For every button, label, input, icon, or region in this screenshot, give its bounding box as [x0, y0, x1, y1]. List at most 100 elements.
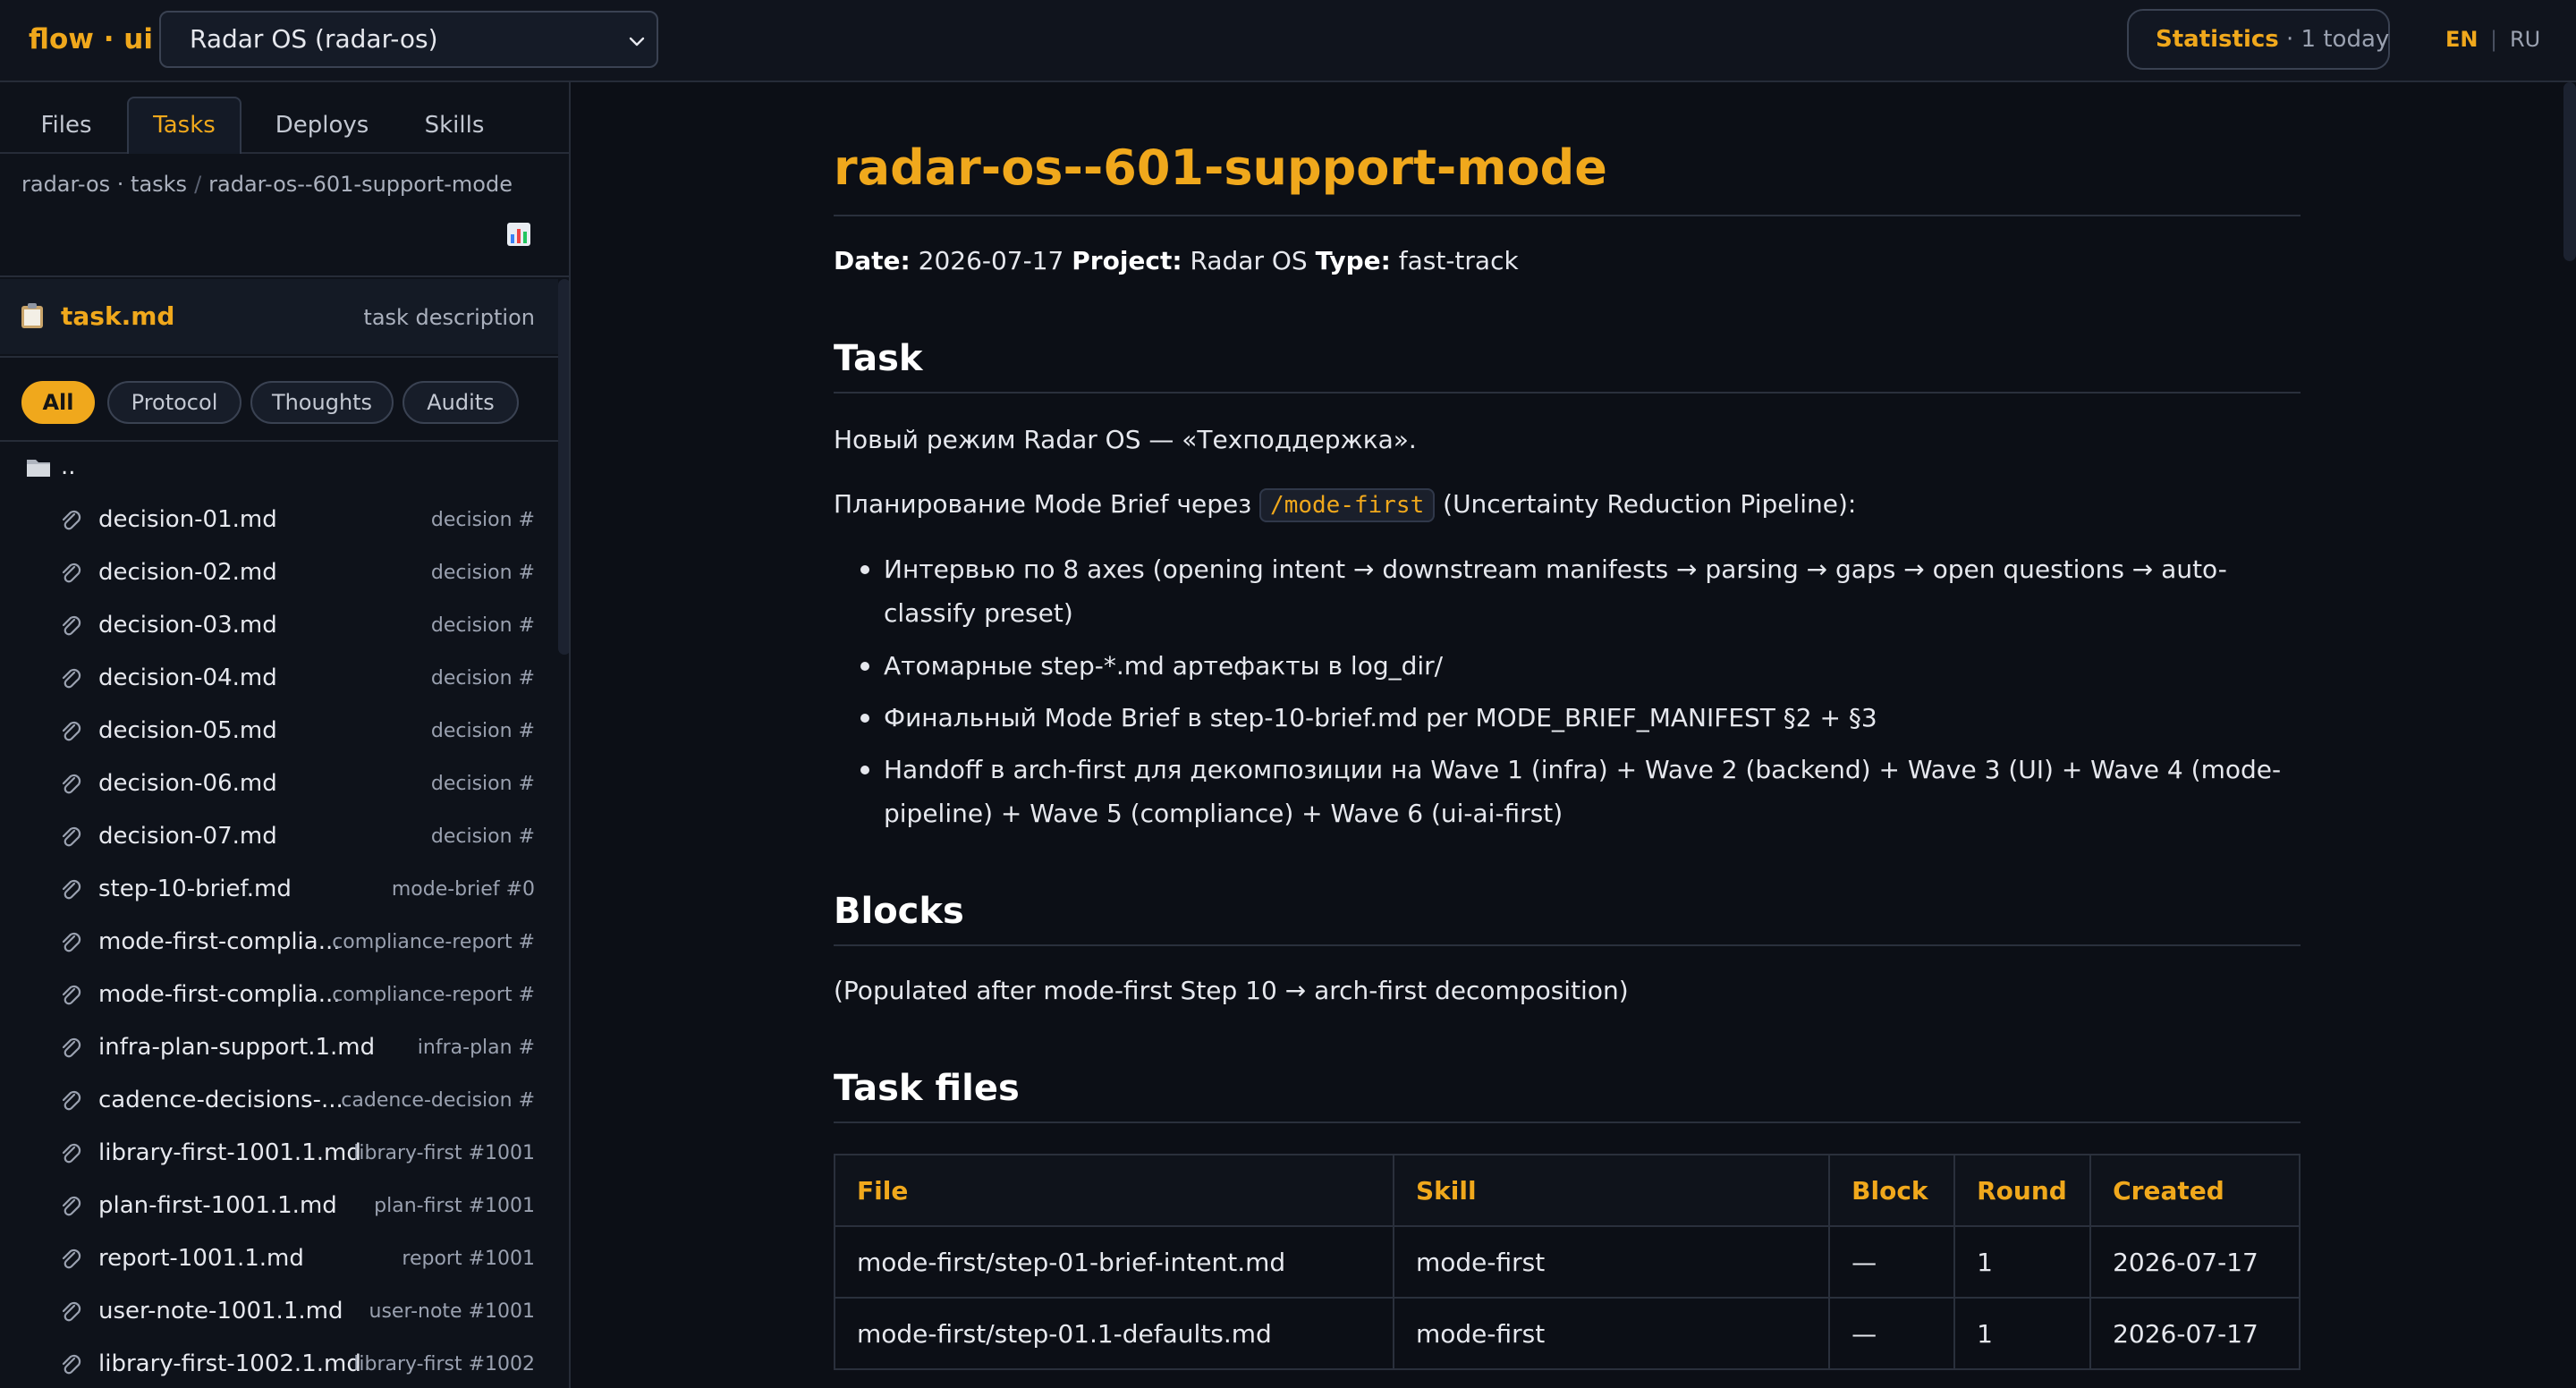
parent-dir-label: .. [61, 453, 76, 480]
task-intro: Новый режим Radar OS — «Техподдержка». [834, 425, 1417, 454]
list-item: Handoff в arch-first для декомпозиции на… [860, 748, 2301, 835]
table-row[interactable]: mode-first/step-01-brief-intent.md mode-… [834, 1225, 2301, 1299]
file-name: decision-05.md [98, 717, 277, 744]
filter-audits[interactable]: Audits [402, 381, 519, 424]
project-select[interactable]: Radar OS (radar-os) [159, 11, 658, 68]
file-list-item[interactable]: report-1001.1.md report #1001 [0, 1233, 558, 1286]
column-header-round[interactable]: Round [1953, 1154, 2092, 1227]
app-logo[interactable]: flow · ui [29, 20, 153, 59]
top-bar: flow · ui Radar OS (radar-os) Statistics… [0, 0, 2576, 82]
file-list-item[interactable]: decision-05.md decision # [0, 706, 558, 758]
file-list-item[interactable]: decision-06.md decision # [0, 758, 558, 811]
file-list-item[interactable]: decision-02.md decision # [0, 547, 558, 600]
file-tag: compliance-report # [332, 984, 535, 1006]
breadcrumb: radar-os · tasks / radar-os--601-support-m… [21, 172, 513, 197]
paperclip-icon [62, 563, 81, 583]
task-file-item[interactable]: task.md task description [0, 279, 558, 354]
sidebar-divider [0, 356, 569, 358]
tab-files[interactable]: Files [21, 97, 111, 154]
paperclip-icon [62, 1143, 81, 1164]
file-name: decision-01.md [98, 506, 277, 533]
column-header-created[interactable]: Created [2089, 1154, 2301, 1227]
blocks-text: (Populated after mode-first Step 10 → ar… [834, 976, 1629, 1005]
task-file-name: task.md [61, 301, 175, 331]
file-list-item[interactable]: library-first-1002.1.md library-first #10… [0, 1339, 558, 1388]
file-name: report-1001.1.md [98, 1245, 304, 1272]
meta-date: 2026-07-17 [918, 246, 1064, 275]
file-name: mode-first-complia... [98, 928, 341, 955]
paperclip-icon [62, 985, 81, 1005]
plan-command-code: /mode-first [1259, 488, 1436, 522]
column-header-skill[interactable]: Skill [1392, 1154, 1831, 1227]
paperclip-icon [62, 615, 81, 636]
file-list-item[interactable]: library-first-1001.1.md library-first #10… [0, 1128, 558, 1181]
paperclip-icon [62, 668, 81, 689]
file-list-item[interactable]: user-note-1001.1.md user-note #1001 [0, 1286, 558, 1339]
filter-protocol[interactable]: Protocol [107, 381, 242, 424]
paperclip-icon [62, 721, 81, 741]
tab-tasks[interactable]: Tasks [127, 97, 242, 154]
cell-round: 1 [1953, 1297, 2092, 1370]
section-heading-blocks: Blocks [834, 887, 2301, 946]
file-name: decision-04.md [98, 664, 277, 691]
file-name: library-first-1002.1.md [98, 1350, 361, 1377]
parent-dir-item[interactable]: .. [0, 442, 558, 495]
main-scrollbar[interactable] [2563, 82, 2576, 261]
sidebar: Files Tasks Deploys Skills radar-os · ta… [0, 82, 571, 1388]
table-row[interactable]: mode-first/step-01.1-defaults.md mode-fi… [834, 1297, 2301, 1370]
list-item: Интервью по 8 axes (opening intent → dow… [860, 547, 2301, 635]
file-tag: decision # [430, 614, 535, 637]
cell-file[interactable]: mode-first/step-01-brief-intent.md [834, 1225, 1394, 1299]
file-list-item[interactable]: mode-first-complia... compliance-report # [0, 917, 558, 969]
file-list-item[interactable]: decision-01.md decision # [0, 495, 558, 547]
column-header-block[interactable]: Block [1828, 1154, 1956, 1227]
project-select-value: Radar OS (radar-os) [190, 24, 438, 54]
file-list-item[interactable]: plan-first-1001.1.md plan-first #1001 [0, 1181, 558, 1233]
meta-type-label: Type: [1315, 246, 1391, 275]
paperclip-icon [62, 1354, 81, 1375]
paperclip-icon [62, 1301, 81, 1322]
paperclip-icon [62, 826, 81, 847]
file-list-item[interactable]: decision-04.md decision # [0, 653, 558, 706]
file-name: library-first-1001.1.md [98, 1139, 361, 1166]
file-name: user-note-1001.1.md [98, 1298, 343, 1325]
file-list-item[interactable]: mode-first-complia... compliance-report # [0, 969, 558, 1022]
folder-icon [27, 460, 50, 477]
task-file-desc: task description [363, 305, 535, 330]
paperclip-icon [62, 879, 81, 900]
page-title: radar-os--601-support-mode [834, 140, 2301, 216]
file-list-item[interactable]: infra-plan-support.1.md infra-plan # [0, 1022, 558, 1075]
file-list-item[interactable]: decision-07.md decision # [0, 811, 558, 864]
bar-chart-icon[interactable] [506, 222, 531, 247]
file-tag: library-first #1002 [353, 1353, 535, 1375]
plan-suffix: (Uncertainty Reduction Pipeline): [1443, 489, 1857, 519]
cell-round: 1 [1953, 1225, 2092, 1299]
file-list-item[interactable]: step-10-brief.md mode-brief #0 [0, 864, 558, 917]
file-name: plan-first-1001.1.md [98, 1192, 337, 1219]
tab-skills[interactable]: Skills [401, 97, 508, 154]
file-tag: decision # [430, 825, 535, 848]
tab-deploys[interactable]: Deploys [261, 97, 383, 154]
cell-file[interactable]: mode-first/step-01.1-defaults.md [834, 1297, 1394, 1370]
file-tag: mode-brief #0 [391, 878, 535, 901]
filter-thoughts[interactable]: Thoughts [250, 381, 394, 424]
breadcrumb-separator: / [194, 172, 202, 197]
main-content: radar-os--601-support-mode Date: 2026-07… [572, 82, 2576, 1388]
column-header-file[interactable]: File [834, 1154, 1394, 1227]
file-list-item[interactable]: decision-03.md decision # [0, 600, 558, 653]
lang-ru-button[interactable]: RU [2510, 23, 2540, 55]
sidebar-scrollbar[interactable] [558, 279, 569, 655]
breadcrumb-root[interactable]: radar-os · tasks [21, 172, 187, 197]
list-item: Атомарные step-*.md артефакты в log_dir/ [860, 644, 2301, 688]
chevron-down-icon [629, 37, 645, 47]
lang-en-button[interactable]: EN [2445, 23, 2478, 55]
file-name: step-10-brief.md [98, 876, 292, 902]
cell-skill: mode-first [1392, 1225, 1831, 1299]
statistics-button[interactable]: Statistics · 1 today [2127, 9, 2390, 70]
meta-date-label: Date: [834, 246, 911, 275]
file-tag: decision # [430, 667, 535, 690]
file-tag: decision # [430, 562, 535, 584]
filter-all[interactable]: All [21, 381, 95, 424]
file-list-item[interactable]: cadence-decisions-... cadence-decision # [0, 1075, 558, 1128]
clipboard-icon [21, 303, 43, 328]
